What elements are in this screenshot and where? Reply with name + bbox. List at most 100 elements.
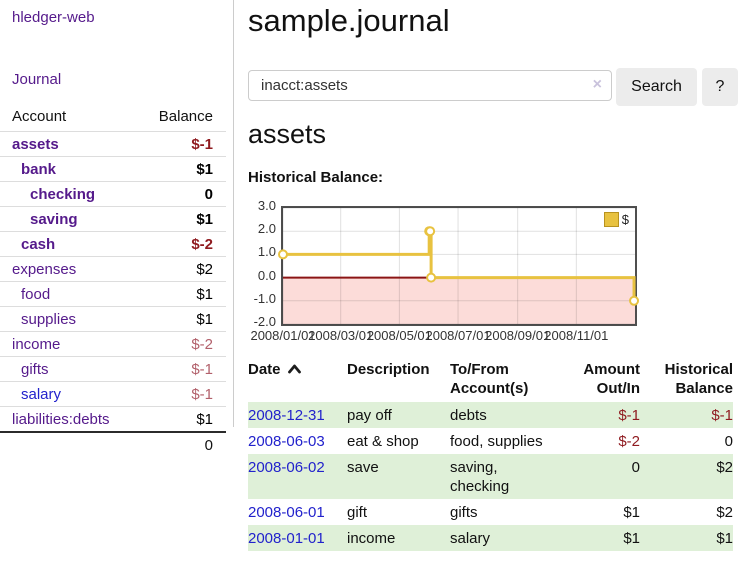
help-button[interactable]: ? <box>702 68 738 106</box>
sidebar-divider <box>233 0 234 427</box>
account-row: checking0 <box>0 182 226 207</box>
register-date-cell: 2008-12-31 <box>248 402 347 428</box>
search-box: × <box>248 70 612 101</box>
sidebar-item-journal[interactable]: Journal <box>12 71 61 88</box>
x-axis-tick-label: 2008/01/01 <box>250 328 315 343</box>
series-swatch-icon <box>604 212 619 227</box>
sidebar-account-checking[interactable]: checking <box>30 186 95 203</box>
account-balance: $1 <box>140 407 226 433</box>
sidebar-account-income[interactable]: income <box>12 336 60 353</box>
sidebar-account-salary[interactable]: salary <box>21 386 61 403</box>
accounts-col-balance: Balance <box>140 107 226 132</box>
y-axis-tick-label: 3.0 <box>248 199 276 213</box>
register-balance: $2 <box>640 499 733 525</box>
y-axis-tick-label: 1.0 <box>248 245 276 259</box>
historical-balance-chart: 3.02.01.00.0-1.0-2.0 $ 2008/01/012008/03… <box>248 201 742 346</box>
register-date-cell: 2008-06-03 <box>248 428 347 454</box>
y-axis-tick-label: 0.0 <box>248 269 276 283</box>
accounts-total-row: 0 <box>0 432 226 457</box>
account-row: salary $-1 <box>0 382 226 407</box>
sidebar-account-expenses[interactable]: expenses <box>12 261 76 278</box>
register-row: 2008-06-01 giftgifts$1$2 <box>248 499 733 525</box>
account-name-cell: cash <box>0 232 140 257</box>
account-name-cell: bank <box>0 157 140 182</box>
x-axis-tick-label: 2008/03/01 <box>308 328 373 343</box>
register-description: pay off <box>347 402 450 428</box>
account-balance: $-1 <box>140 382 226 407</box>
sidebar-account-bank[interactable]: bank <box>21 161 56 178</box>
sort-ascending-icon <box>287 360 302 379</box>
account-name-cell: gifts <box>0 357 140 382</box>
account-row: cash$-2 <box>0 232 226 257</box>
register-table: DateDescriptionTo/From Account(s)Amount … <box>248 358 733 551</box>
data-point-marker <box>630 297 638 305</box>
sidebar-account-supplies[interactable]: supplies <box>21 311 76 328</box>
account-title: assets <box>248 119 326 150</box>
hledger-web-app: hledger-web Journal Account Balance asse… <box>0 0 742 582</box>
account-name-cell: food <box>0 282 140 307</box>
register-description: income <box>347 525 450 551</box>
clear-search-icon[interactable]: × <box>593 75 602 95</box>
account-name-cell: checking <box>0 182 140 207</box>
register-date-link[interactable]: 2008-01-01 <box>248 530 325 547</box>
register-description: eat & shop <box>347 428 450 454</box>
account-balance: $1 <box>140 207 226 232</box>
register-row: 2008-06-02savesaving, checking0$2 <box>248 454 733 499</box>
balance-chart-plot[interactable]: $ <box>281 206 637 326</box>
main-content: sample.journal × Search ? assets Histori… <box>248 0 742 582</box>
sidebar-account-saving[interactable]: saving <box>30 211 78 228</box>
chart-title: Historical Balance: <box>248 169 383 186</box>
register-date-link[interactable]: 2008-06-02 <box>248 459 325 476</box>
x-axis-tick-label: 2008/11/01 <box>544 328 608 343</box>
sidebar-account-food[interactable]: food <box>21 286 50 303</box>
x-axis-tick-label: 2008/09/01 <box>485 328 550 343</box>
register-balance: $-1 <box>640 402 733 428</box>
account-row: assets $-1 <box>0 132 226 157</box>
register-amount: $1 <box>562 499 640 525</box>
register-description: gift <box>347 499 450 525</box>
register-date-link[interactable]: 2008-06-01 <box>248 504 325 521</box>
legend-label: $ <box>622 212 629 227</box>
register-col-description: Description <box>347 358 450 402</box>
register-amount: $-1 <box>562 402 640 428</box>
sidebar-account-assets[interactable]: assets <box>12 136 59 153</box>
brand-link[interactable]: hledger-web <box>12 9 95 26</box>
y-axis-tick-label: -1.0 <box>248 292 276 306</box>
sidebar-account-liabilities-debts[interactable]: liabilities:debts <box>12 411 110 428</box>
sidebar: hledger-web Journal Account Balance asse… <box>0 0 233 582</box>
register-date-link[interactable]: 2008-12-31 <box>248 407 325 424</box>
register-balance: $1 <box>640 525 733 551</box>
register-balance: 0 <box>640 428 733 454</box>
account-name-cell: income <box>0 332 140 357</box>
sidebar-account-cash[interactable]: cash <box>21 236 55 253</box>
accounts-col-account: Account <box>0 107 140 132</box>
register-row: 2008-01-01incomesalary$1$1 <box>248 525 733 551</box>
register-accounts: gifts <box>450 499 562 525</box>
search-button[interactable]: Search <box>616 68 697 106</box>
register-accounts: food, supplies <box>450 428 562 454</box>
register-col-historical-balance: Historical Balance <box>640 358 733 402</box>
search-input[interactable] <box>248 70 612 101</box>
y-axis-tick-label: -2.0 <box>248 315 276 329</box>
register-header-row: DateDescriptionTo/From Account(s)Amount … <box>248 358 733 402</box>
account-name-cell: liabilities:debts <box>0 407 140 433</box>
account-balance: $1 <box>140 157 226 182</box>
account-balance: $-1 <box>140 132 226 157</box>
data-point-marker <box>427 274 435 282</box>
account-row: bank $1 <box>0 157 226 182</box>
register-col-date[interactable]: Date <box>248 358 347 402</box>
account-row: income$-2 <box>0 332 226 357</box>
register-accounts: debts <box>450 402 562 428</box>
account-row: liabilities:debts $1 <box>0 407 226 433</box>
register-description: save <box>347 454 450 499</box>
register-date-link[interactable]: 2008-06-03 <box>248 433 325 450</box>
accounts-total-value: 0 <box>140 432 226 457</box>
register-balance: $2 <box>640 454 733 499</box>
sidebar-account-gifts[interactable]: gifts <box>21 361 49 378</box>
register-amount: $1 <box>562 525 640 551</box>
account-balance: $1 <box>140 307 226 332</box>
register-accounts: salary <box>450 525 562 551</box>
register-col-amount-out-in: Amount Out/In <box>562 358 640 402</box>
account-balance: $2 <box>140 257 226 282</box>
account-name-cell: supplies <box>0 307 140 332</box>
